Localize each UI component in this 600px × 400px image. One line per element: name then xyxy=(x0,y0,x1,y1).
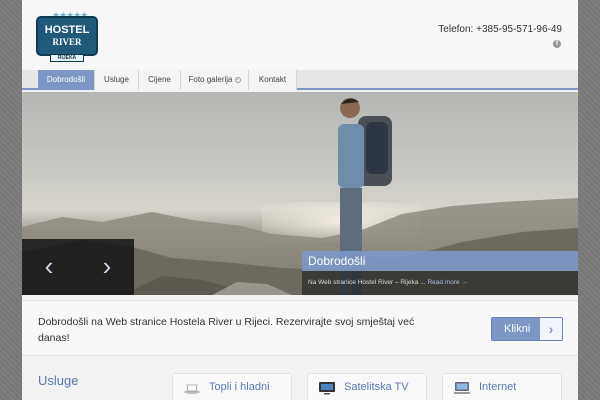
chevron-right-icon: › xyxy=(540,318,562,340)
service-label: Topli i hladni xyxy=(209,381,270,393)
chevron-left-icon[interactable]: ‹ xyxy=(34,251,64,281)
nav-label: Cijene xyxy=(148,75,171,84)
nav-label: Kontakt xyxy=(258,75,287,84)
main-nav: Dobrodošli Usluge Cijene Foto galerija + … xyxy=(22,70,578,90)
slide-caption-title: Dobrodošli xyxy=(302,251,578,271)
logo-text-hostel: HOSTEL xyxy=(44,24,90,36)
logo-text-river: RIVER xyxy=(52,37,82,47)
slider-controls: ‹ › xyxy=(22,239,134,295)
coffee-cup-icon xyxy=(184,384,200,394)
nav-item-usluge[interactable]: Usluge xyxy=(95,70,139,90)
nav-item-cijene[interactable]: Cijene xyxy=(139,70,181,90)
hostel-logo[interactable]: ★★★★★ HOSTEL RIVER RIJEKA xyxy=(36,10,98,62)
klikni-button[interactable]: Klikni › xyxy=(491,317,563,341)
welcome-text: Dobrodošli na Web stranice Hostela River… xyxy=(38,316,415,344)
service-label: Internet xyxy=(479,381,517,393)
nav-item-kontakt[interactable]: Kontakt xyxy=(249,70,297,90)
page-container: ★★★★★ HOSTEL RIVER RIJEKA Telefon: +385-… xyxy=(22,0,578,400)
service-label: Satelitska TV xyxy=(344,381,409,393)
read-more-link[interactable]: Read more → xyxy=(427,279,467,286)
nav-label: Dobrodošli xyxy=(46,75,86,84)
tv-icon xyxy=(319,382,335,395)
service-card-satelitska[interactable]: Satelitska TV xyxy=(307,373,427,400)
nav-label: Foto galerija xyxy=(188,75,233,84)
nav-item-foto-galerija[interactable]: Foto galerija + xyxy=(181,70,249,90)
computer-icon xyxy=(454,382,470,394)
service-card-topli[interactable]: Topli i hladni xyxy=(172,373,292,400)
slide-caption-body: Na Web stranice Hostel River – Rijeka ..… xyxy=(308,279,426,286)
dropdown-icon: + xyxy=(234,77,241,83)
facebook-icon[interactable]: f xyxy=(553,40,561,48)
klikni-button-label: Klikni xyxy=(504,323,531,335)
logo-ribbon: RIJEKA xyxy=(50,54,84,62)
nav-label: Usluge xyxy=(104,75,129,84)
nav-item-dobrodosli[interactable]: Dobrodošli xyxy=(38,70,95,90)
service-card-internet[interactable]: Internet xyxy=(442,373,562,400)
hero-slider[interactable]: ‹ › Dobrodošli Na Web stranice Hostel Ri… xyxy=(22,92,578,295)
chevron-right-icon[interactable]: › xyxy=(92,251,122,281)
site-header: ★★★★★ HOSTEL RIVER RIJEKA Telefon: +385-… xyxy=(22,0,578,70)
welcome-band: Dobrodošli na Web stranice Hostela River… xyxy=(22,300,578,356)
phone-number: Telefon: +385-95-571-96-49 xyxy=(438,24,562,35)
services-heading: Usluge xyxy=(38,373,79,388)
slide-caption-text: Na Web stranice Hostel River – Rijeka ..… xyxy=(302,271,578,295)
logo-badge xyxy=(36,16,98,56)
